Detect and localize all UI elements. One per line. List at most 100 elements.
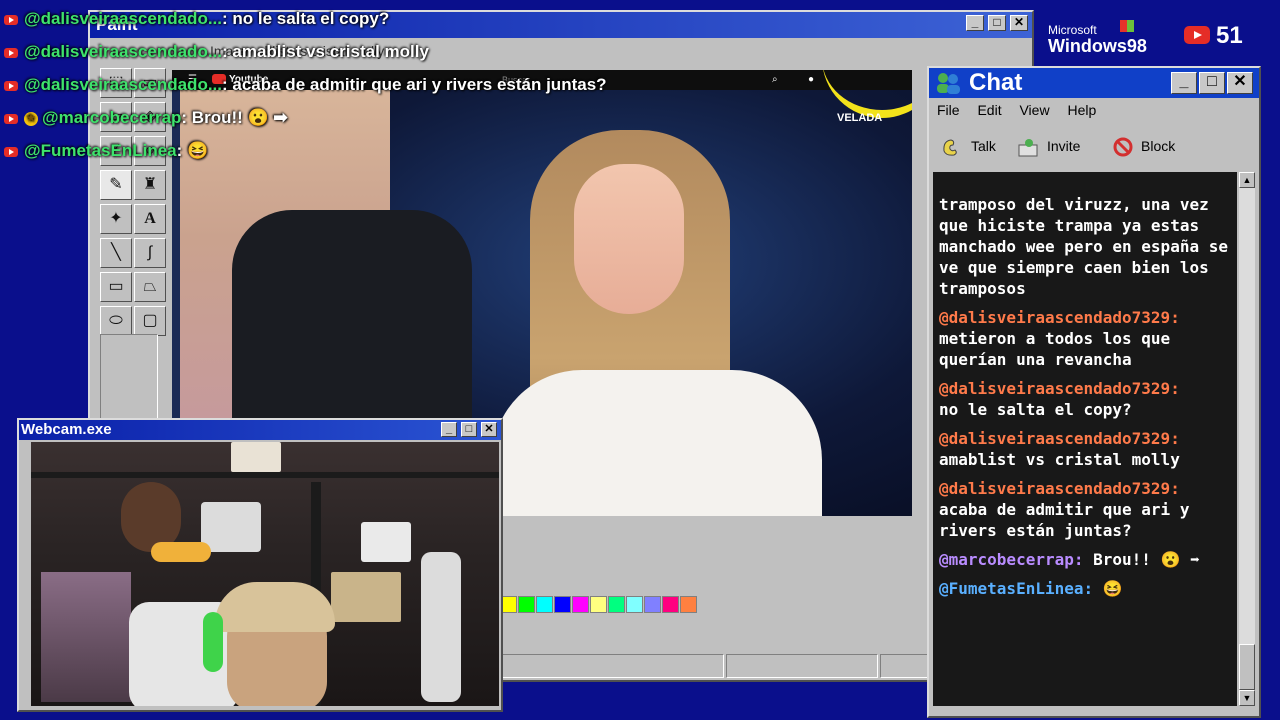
- chat-text: no le salta el copy?: [939, 400, 1132, 419]
- chat-username[interactable]: @dalisveiraascendado7329:: [939, 428, 1231, 449]
- mic-icon[interactable]: ●: [808, 70, 814, 90]
- webcam-window: Webcam.exe _ □ ✕: [17, 418, 503, 712]
- maximize-button[interactable]: □: [988, 15, 1006, 31]
- rounded-rectangle-icon[interactable]: ▢: [134, 306, 166, 336]
- airbrush-icon[interactable]: ✦: [100, 204, 132, 234]
- youtube-icon: [4, 14, 18, 25]
- status-cell-coords: [726, 654, 878, 678]
- pencil-icon[interactable]: ✎: [100, 170, 132, 200]
- menu-view[interactable]: View: [1019, 102, 1049, 118]
- webcam-minimize-button[interactable]: _: [441, 422, 457, 437]
- overlay-message: @dalisveiraascendado...: no le salta el …: [4, 8, 644, 41]
- chat-text: 😆: [1102, 579, 1123, 598]
- chat-title: Chat: [969, 69, 1023, 96]
- line-icon[interactable]: ╲: [100, 238, 132, 268]
- chat-text: tramposo del viruzz, una vez que hiciste…: [939, 195, 1228, 298]
- chat-text: amablist vs cristal molly: [939, 450, 1180, 469]
- webcam-feed: [31, 442, 499, 706]
- palette-swatch[interactable]: [662, 596, 679, 613]
- palette-swatch[interactable]: [608, 596, 625, 613]
- webcam-maximize-button[interactable]: □: [461, 422, 477, 437]
- color-palette: [500, 596, 698, 618]
- chat-message: @FumetasEnLinea: 😆: [939, 578, 1231, 599]
- chat-username[interactable]: @dalisveiraascendado7329:: [939, 478, 1231, 499]
- overlay-text: : acaba de admitir que ari y rivers está…: [222, 75, 607, 94]
- palette-swatch[interactable]: [680, 596, 697, 613]
- rectangle-icon[interactable]: ▭: [100, 272, 132, 302]
- scroll-down-icon[interactable]: ▼: [1239, 690, 1255, 706]
- scroll-thumb[interactable]: [1239, 644, 1255, 690]
- chat-username[interactable]: @dalisveiraascendado7329:: [939, 378, 1231, 399]
- chat-title-bar[interactable]: Chat _ □ ✕: [929, 68, 1259, 98]
- streamer-cap: [215, 582, 335, 632]
- joker-figure: [421, 552, 461, 702]
- webcam-title-bar[interactable]: Webcam.exe _ □ ✕: [19, 420, 501, 440]
- chat-log[interactable]: tramposo del viruzz, una vez que hiciste…: [933, 172, 1237, 706]
- minimize-button[interactable]: _: [966, 15, 984, 31]
- chat-text: Brou!! 😮 ➡: [1093, 550, 1200, 569]
- poster: [41, 572, 131, 702]
- invite-button[interactable]: Invite: [1017, 134, 1080, 158]
- chat-message: @dalisveiraascendado7329: acaba de admiti…: [939, 478, 1231, 541]
- menu-file[interactable]: File: [937, 102, 960, 118]
- overlay-text: : amablist vs cristal molly: [222, 42, 429, 61]
- menu-edit[interactable]: Edit: [977, 102, 1001, 118]
- youtube-icon: [4, 113, 18, 124]
- overlay-username: @FumetasEnLinea: [24, 141, 177, 160]
- palette-swatch[interactable]: [554, 596, 571, 613]
- youtube-icon: [4, 146, 18, 157]
- chat-minimize-button[interactable]: _: [1171, 72, 1197, 94]
- chat-scrollbar[interactable]: ▲ ▼: [1239, 172, 1255, 706]
- chat-message: @marcobecerrap: Brou!! 😮 ➡: [939, 549, 1231, 570]
- block-icon: [1113, 137, 1133, 157]
- windows98-logo: Microsoft Windows98: [1048, 20, 1147, 56]
- scroll-up-icon[interactable]: ▲: [1239, 172, 1255, 188]
- close-button[interactable]: ✕: [1010, 15, 1028, 31]
- trump-box: [361, 522, 411, 562]
- palette-swatch[interactable]: [644, 596, 661, 613]
- webcam-close-button[interactable]: ✕: [481, 422, 497, 437]
- ellipse-icon[interactable]: ⬭: [100, 306, 132, 336]
- tool-options[interactable]: [100, 334, 158, 426]
- chat-message: @dalisveiraascendado7329: no le salta el …: [939, 378, 1231, 420]
- polygon-icon[interactable]: ⏢: [134, 272, 166, 302]
- person-right-face: [574, 164, 684, 314]
- chat-maximize-button[interactable]: □: [1199, 72, 1225, 94]
- palette-swatch[interactable]: [536, 596, 553, 613]
- brush-icon[interactable]: ♜: [134, 170, 166, 200]
- text-icon[interactable]: A: [134, 204, 166, 234]
- member-badge-icon: ★: [24, 111, 38, 126]
- curve-icon[interactable]: ∫: [134, 238, 166, 268]
- palette-swatch[interactable]: [590, 596, 607, 613]
- webcam-title: Webcam.exe: [21, 421, 112, 438]
- person-right-top: [492, 370, 822, 516]
- chat-username[interactable]: @FumetasEnLinea:: [939, 579, 1093, 598]
- windows-flag-icon: [1120, 20, 1134, 32]
- overlay-text: : no le salta el copy?: [222, 9, 390, 28]
- overlay-message: @dalisveiraascendado...: amablist vs cri…: [4, 41, 644, 74]
- search-icon[interactable]: ⌕: [772, 70, 778, 90]
- chat-window: Chat _ □ ✕ File Edit View Help Talk Invi…: [927, 66, 1261, 718]
- menu-help[interactable]: Help: [1067, 102, 1096, 118]
- balloon-figure: [151, 542, 211, 562]
- chat-username[interactable]: @dalisveiraascendado7329:: [939, 307, 1231, 328]
- headphones: [203, 612, 223, 672]
- overlay-username: @dalisveiraascendado...: [24, 9, 222, 28]
- block-button[interactable]: Block: [1111, 134, 1175, 158]
- chat-username[interactable]: @marcobecerrap:: [939, 550, 1084, 569]
- palette-swatch[interactable]: [518, 596, 535, 613]
- overlay-username: @dalisveiraascendado...: [24, 75, 222, 94]
- framed-picture: [231, 442, 281, 472]
- viewer-count: 51: [1184, 22, 1243, 50]
- windows98-label: Windows98: [1048, 36, 1147, 56]
- overlay-message: @dalisveiraascendado...: acaba de admiti…: [4, 74, 644, 107]
- palette-swatch[interactable]: [626, 596, 643, 613]
- chat-close-button[interactable]: ✕: [1227, 72, 1253, 94]
- palette-swatch[interactable]: [572, 596, 589, 613]
- chat-text: acaba de admitir que ari y rivers están …: [939, 500, 1190, 540]
- youtube-icon: [1184, 25, 1210, 44]
- chat-toolbar: Talk Invite Block: [937, 130, 1255, 164]
- play-button-award: [201, 502, 261, 552]
- stage-logo: VELADA: [837, 112, 883, 124]
- talk-button[interactable]: Talk: [941, 134, 996, 158]
